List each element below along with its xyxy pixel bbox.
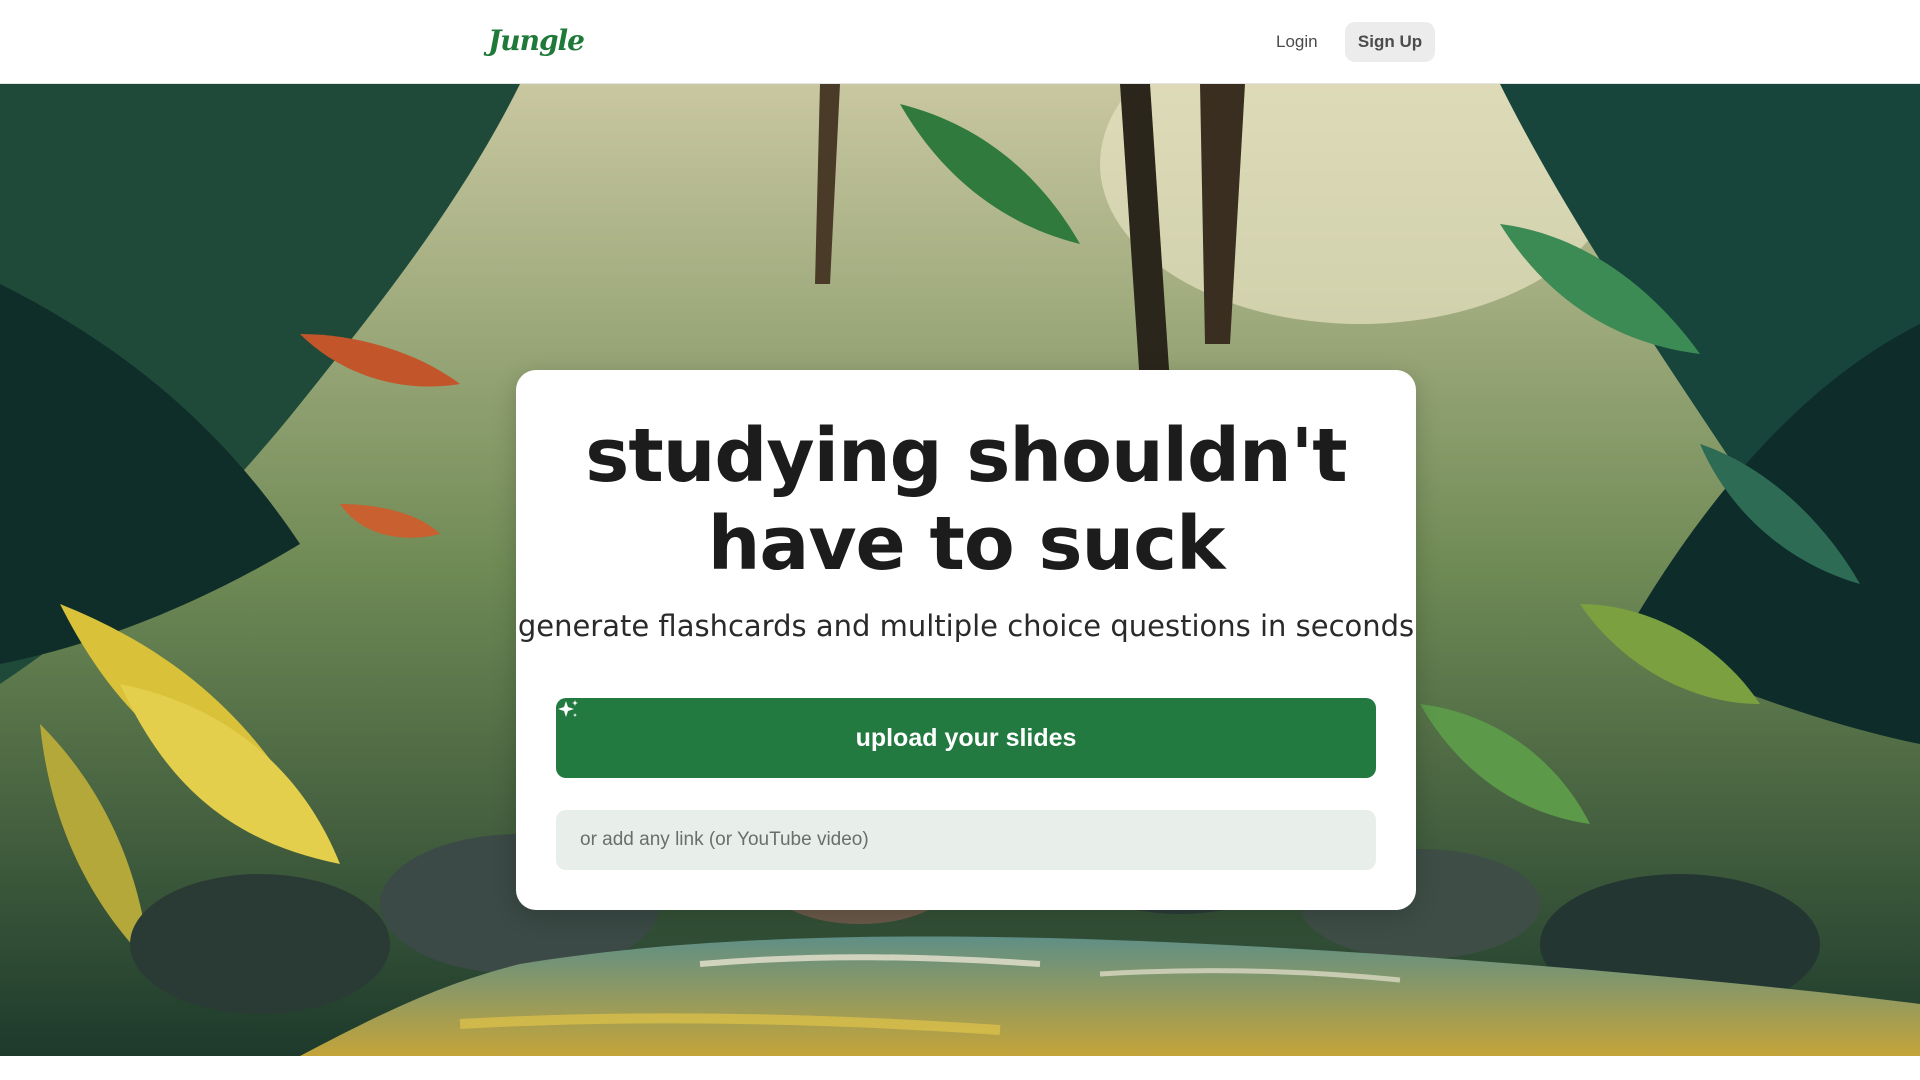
top-nav: Jungle Login Sign Up — [0, 0, 1920, 84]
upload-slides-button[interactable]: upload your slides — [556, 698, 1376, 778]
login-button[interactable]: Login — [1262, 22, 1332, 62]
hero-section: studying shouldn't have to suck generate… — [0, 84, 1920, 1056]
link-input[interactable] — [556, 810, 1376, 870]
logo[interactable]: Jungle — [488, 18, 585, 64]
page-headline: studying shouldn't have to suck — [585, 413, 1347, 587]
signup-button[interactable]: Sign Up — [1345, 22, 1435, 62]
hero-card: studying shouldn't have to suck generate… — [516, 370, 1416, 910]
logo-wordmark: Jungle — [488, 24, 585, 57]
sparkle-icon — [558, 700, 578, 717]
upload-slides-label: upload your slides — [855, 723, 1077, 752]
page-subheadline: generate flashcards and multiple choice … — [517, 609, 1415, 643]
